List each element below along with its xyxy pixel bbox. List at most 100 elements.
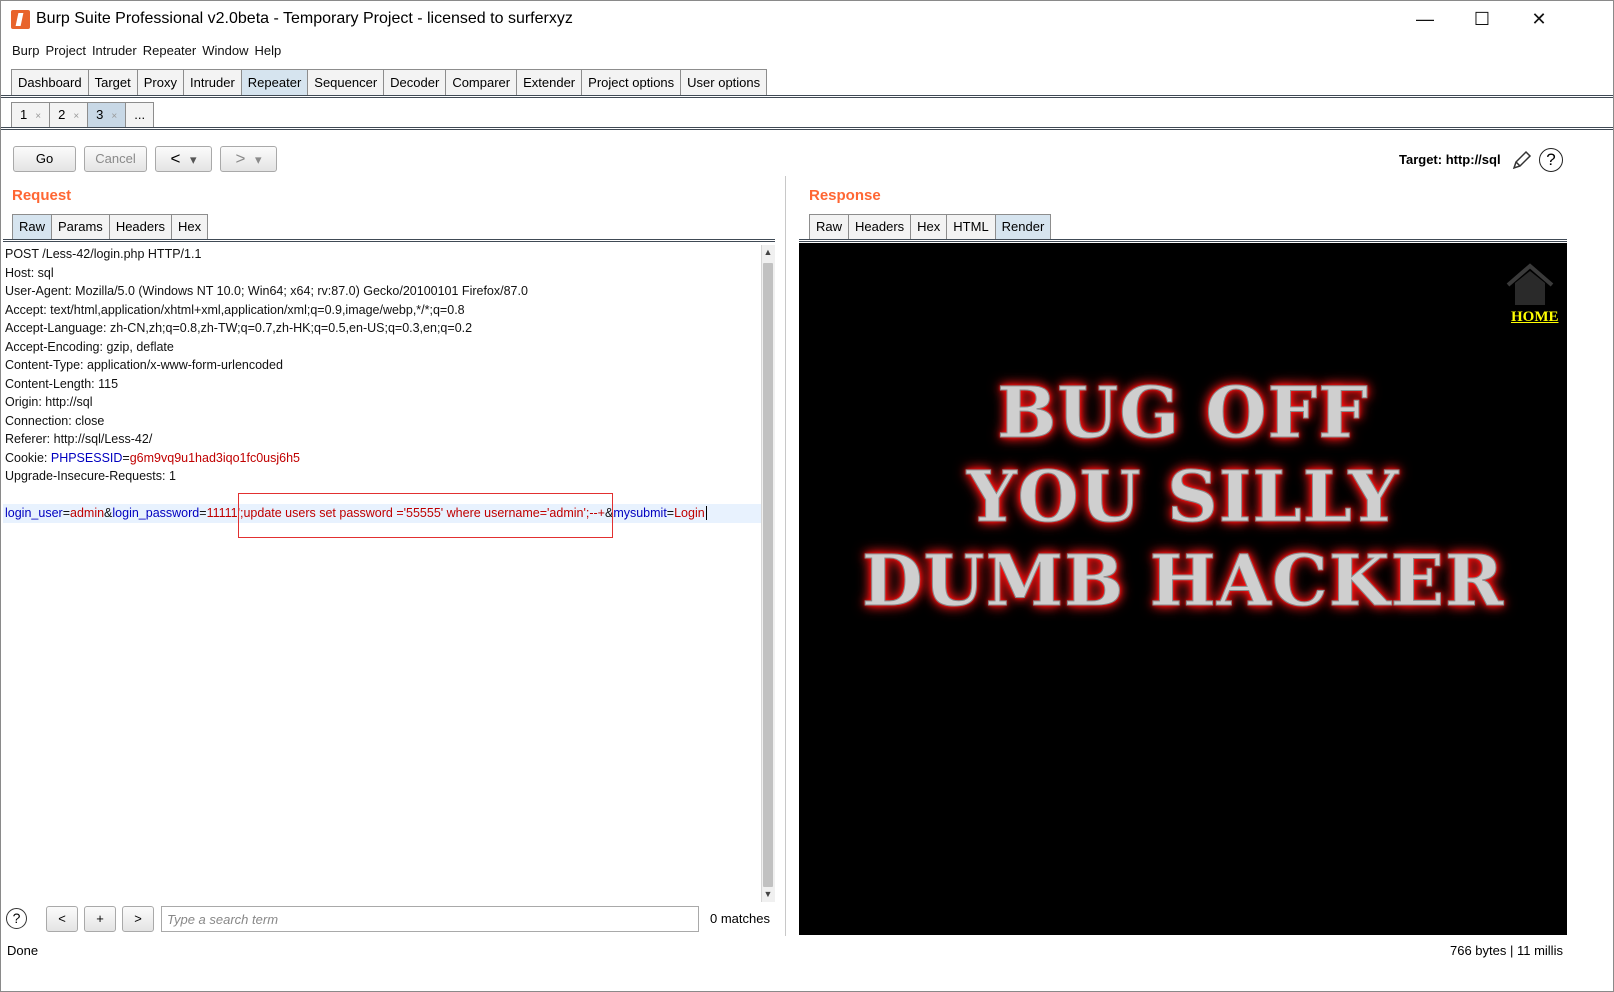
repeater-tab-3[interactable]: 3 × bbox=[87, 102, 126, 128]
forward-dropdown-icon[interactable]: ▾ bbox=[255, 152, 262, 167]
tab-dashboard[interactable]: Dashboard bbox=[11, 69, 88, 96]
response-tab-html[interactable]: HTML bbox=[946, 214, 995, 240]
search-prev-button[interactable]: < bbox=[46, 906, 78, 932]
repeater-tab-2[interactable]: 2 × bbox=[49, 102, 88, 128]
search-input[interactable] bbox=[161, 906, 699, 932]
request-tab-headers[interactable]: Headers bbox=[108, 214, 171, 240]
repeater-tabs: 1 × 2 × 3 × ... bbox=[11, 102, 155, 128]
cookie-eq: = bbox=[122, 450, 130, 465]
back-button[interactable]: < ▾ bbox=[155, 146, 212, 172]
request-line: Accept: text/html,application/xhtml+xml,… bbox=[5, 302, 465, 317]
close-tab-icon[interactable]: × bbox=[35, 111, 41, 122]
cookie-value: g6m9vq9u1had3iqo1fc0usj6h5 bbox=[129, 450, 301, 465]
request-line: User-Agent: Mozilla/5.0 (Windows NT 10.0… bbox=[5, 284, 528, 298]
help-icon[interactable]: ? bbox=[6, 908, 27, 929]
go-button[interactable]: Go bbox=[13, 146, 76, 172]
repeater-tab-label: 1 bbox=[20, 107, 28, 122]
request-tab-divider bbox=[3, 239, 775, 242]
home-link[interactable]: HOME bbox=[1511, 309, 1559, 326]
request-line: Accept-Language: zh-CN,zh;q=0.8,zh-TW;q=… bbox=[5, 321, 473, 335]
status-text: Done bbox=[7, 943, 39, 958]
request-line: Host: sql bbox=[5, 265, 54, 280]
response-tabs: Raw Headers Hex HTML Render bbox=[809, 214, 1052, 240]
cancel-button[interactable]: Cancel bbox=[84, 146, 147, 172]
help-icon[interactable]: ? bbox=[1539, 148, 1563, 172]
split-pane-divider[interactable] bbox=[785, 176, 792, 936]
menu-intruder[interactable]: Intruder bbox=[89, 41, 140, 61]
param-eq: = bbox=[199, 506, 207, 520]
text-cursor bbox=[705, 506, 707, 520]
request-tab-raw[interactable]: Raw bbox=[12, 214, 52, 240]
repeater-tab-label: 3 bbox=[96, 107, 104, 122]
cookie-prefix: Cookie: bbox=[5, 450, 51, 465]
request-tabs: Raw Params Headers Hex bbox=[12, 214, 209, 240]
request-line: Origin: http://sql bbox=[5, 395, 93, 409]
search-next-button[interactable]: > bbox=[122, 906, 154, 932]
close-tab-icon[interactable]: × bbox=[73, 111, 79, 122]
tab-divider bbox=[1, 95, 1613, 98]
menu-repeater[interactable]: Repeater bbox=[140, 41, 199, 61]
tab-decoder[interactable]: Decoder bbox=[383, 69, 446, 96]
close-button[interactable]: ✕ bbox=[1510, 1, 1568, 38]
response-tab-divider bbox=[799, 239, 1567, 242]
tab-user-options[interactable]: User options bbox=[680, 69, 768, 96]
title-bar: Burp Suite Professional v2.0beta - Tempo… bbox=[1, 1, 1613, 38]
tab-sequencer[interactable]: Sequencer bbox=[307, 69, 384, 96]
edit-target-pencil-icon[interactable] bbox=[1511, 149, 1533, 171]
response-tab-render[interactable]: Render bbox=[994, 214, 1052, 240]
tab-target[interactable]: Target bbox=[87, 69, 137, 96]
menu-project[interactable]: Project bbox=[42, 41, 88, 61]
response-tab-raw[interactable]: Raw bbox=[809, 214, 849, 240]
tab-intruder[interactable]: Intruder bbox=[182, 69, 241, 96]
request-line: Content-Length: 115 bbox=[5, 376, 119, 391]
tab-proxy[interactable]: Proxy bbox=[136, 69, 183, 96]
request-line: Referer: http://sql/Less-42/ bbox=[5, 432, 153, 446]
response-tab-hex[interactable]: Hex bbox=[910, 214, 947, 240]
menu-burp[interactable]: Burp bbox=[9, 41, 42, 61]
new-repeater-tab[interactable]: ... bbox=[125, 102, 155, 128]
request-line: Connection: close bbox=[5, 413, 105, 428]
cookie-name: PHPSESSID bbox=[50, 450, 123, 465]
tab-extender[interactable]: Extender bbox=[516, 69, 582, 96]
home-icon[interactable] bbox=[1504, 263, 1556, 307]
tab-comparer[interactable]: Comparer bbox=[445, 69, 517, 96]
minimize-button[interactable]: — bbox=[1396, 1, 1454, 38]
menu-help[interactable]: Help bbox=[251, 41, 284, 61]
response-stats: 766 bytes | 11 millis bbox=[1450, 943, 1563, 958]
response-title: Response bbox=[809, 187, 881, 204]
param-key: mysubmit bbox=[613, 506, 667, 520]
scroll-thumb[interactable] bbox=[763, 263, 773, 887]
close-tab-icon[interactable]: × bbox=[111, 111, 117, 122]
request-line: Upgrade-Insecure-Requests: 1 bbox=[5, 469, 176, 483]
tab-repeater[interactable]: Repeater bbox=[240, 69, 308, 96]
search-add-button[interactable]: + bbox=[84, 906, 116, 932]
request-title: Request bbox=[12, 187, 72, 204]
banner-line-1: BUG OFF bbox=[997, 371, 1369, 455]
scroll-down-icon[interactable]: ▼ bbox=[761, 889, 775, 899]
injection-highlight-box bbox=[238, 493, 613, 538]
response-tab-headers[interactable]: Headers bbox=[848, 214, 911, 240]
request-tab-hex[interactable]: Hex bbox=[170, 214, 209, 240]
request-line: POST /Less-42/login.php HTTP/1.1 bbox=[5, 247, 202, 261]
repeater-tab-1[interactable]: 1 × bbox=[11, 102, 50, 128]
param-value: admin bbox=[70, 506, 105, 520]
maximize-button[interactable]: ☐ bbox=[1453, 1, 1511, 38]
render-view: BUG OFF YOU SILLY DUMB HACKER bbox=[799, 243, 1567, 935]
window-title: Burp Suite Professional v2.0beta - Tempo… bbox=[36, 10, 573, 27]
param-key: login_password bbox=[112, 506, 200, 520]
repeater-tab-label: 2 bbox=[58, 107, 66, 122]
menu-window[interactable]: Window bbox=[199, 41, 251, 61]
param-key: login_user bbox=[5, 506, 63, 520]
request-editor[interactable]: POST /Less-42/login.php HTTP/1.1 Host: s… bbox=[3, 245, 761, 902]
menu-bar: Burp Project Intruder Repeater Window Help bbox=[1, 41, 1613, 61]
cookie-line: Cookie: PHPSESSID=g6m9vq9u1had3iqo1fc0us… bbox=[3, 449, 761, 468]
match-count: 0 matches bbox=[710, 911, 770, 926]
request-tab-params[interactable]: Params bbox=[51, 214, 109, 240]
main-tabs: Dashboard Target Proxy Intruder Repeater… bbox=[11, 69, 768, 96]
scroll-up-icon[interactable]: ▲ bbox=[761, 247, 775, 257]
tab-project-options[interactable]: Project options bbox=[581, 69, 681, 96]
tab-divider bbox=[1, 127, 1613, 130]
forward-button[interactable]: > ▾ bbox=[220, 146, 277, 172]
back-dropdown-icon[interactable]: ▾ bbox=[190, 152, 197, 167]
request-line: Content-Type: application/x-www-form-url… bbox=[5, 358, 283, 372]
